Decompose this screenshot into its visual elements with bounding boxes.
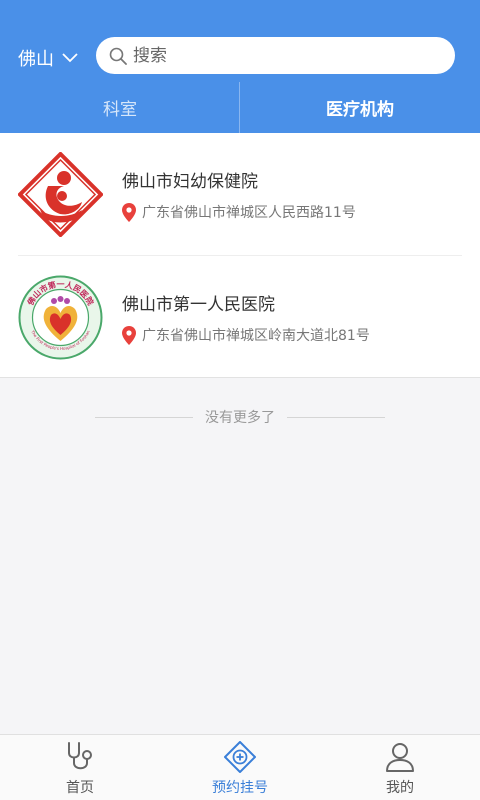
city-selector[interactable]: 佛山	[18, 44, 78, 72]
hospital-item[interactable]: 佛山市第一人民医院 The First People's Hospital of…	[0, 256, 480, 378]
hospital-list: 佛山市妇幼保健院 广东省佛山市禅城区人民西路11号 佛山市第一人民医院 The …	[0, 133, 480, 378]
no-more-indicator: 没有更多了	[90, 404, 390, 430]
tab-divider	[239, 82, 240, 133]
nav-profile[interactable]: 我的	[320, 735, 480, 800]
city-label: 佛山	[18, 49, 54, 70]
nav-appointment[interactable]: 预约挂号	[160, 735, 320, 800]
hospital-address: 广东省佛山市禅城区岭南大道北81号	[122, 325, 370, 345]
chevron-down-icon	[62, 53, 78, 63]
stethoscope-icon	[68, 742, 92, 770]
hospital-name: 佛山市第一人民医院	[122, 295, 275, 315]
no-more-text: 没有更多了	[205, 410, 275, 426]
tab-departments[interactable]: 科室	[0, 82, 240, 133]
location-pin-icon	[122, 325, 136, 345]
divider-line	[95, 416, 193, 418]
nav-home-label: 首页	[66, 780, 94, 796]
appointment-plus-icon	[224, 741, 256, 773]
location-pin-icon	[122, 202, 136, 222]
hospital-name: 佛山市妇幼保健院	[122, 172, 258, 192]
divider-line	[287, 416, 385, 418]
user-icon	[386, 743, 414, 772]
nav-profile-label: 我的	[386, 780, 414, 796]
bottom-nav: 首页 预约挂号 我的	[0, 734, 480, 800]
first-peoples-hospital-logo-icon: 佛山市第一人民医院 The First People's Hospital of…	[18, 275, 103, 360]
hospital-address-text: 广东省佛山市禅城区人民西路11号	[142, 205, 356, 221]
hospital-address: 广东省佛山市禅城区人民西路11号	[122, 202, 356, 222]
hospital-address-text: 广东省佛山市禅城区岭南大道北81号	[142, 328, 370, 344]
search-icon	[109, 47, 127, 65]
category-tabs: 科室 医疗机构	[0, 82, 480, 133]
maternal-child-hospital-logo-icon	[18, 152, 103, 237]
top-header: 佛山 科室 医疗机构	[0, 0, 480, 133]
tab-medical-institutions[interactable]: 医疗机构	[240, 82, 480, 133]
nav-home[interactable]: 首页	[0, 735, 160, 800]
search-box[interactable]	[96, 37, 455, 74]
search-input[interactable]	[133, 45, 433, 66]
nav-appointment-label: 预约挂号	[212, 780, 268, 796]
hospital-item[interactable]: 佛山市妇幼保健院 广东省佛山市禅城区人民西路11号	[0, 133, 480, 256]
